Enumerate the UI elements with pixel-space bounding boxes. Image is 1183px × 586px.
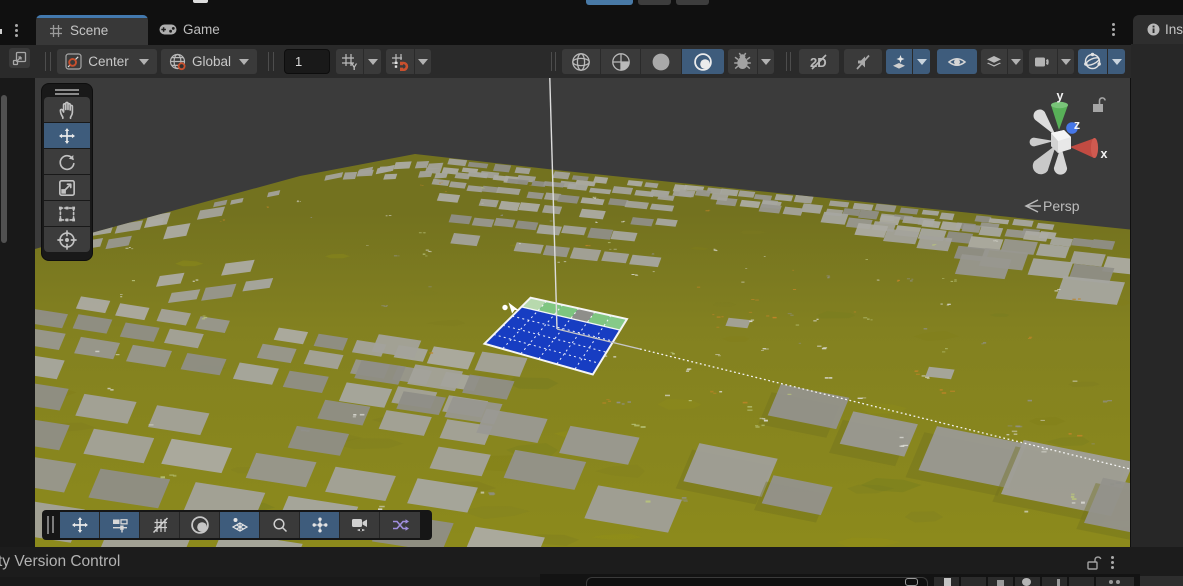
svg-text:z: z bbox=[1074, 118, 1080, 132]
svg-text:Persp: Persp bbox=[1043, 198, 1080, 214]
svg-text:y: y bbox=[1057, 89, 1064, 103]
svg-text:Y: Y bbox=[351, 62, 358, 71]
svg-text:x: x bbox=[1101, 147, 1108, 161]
